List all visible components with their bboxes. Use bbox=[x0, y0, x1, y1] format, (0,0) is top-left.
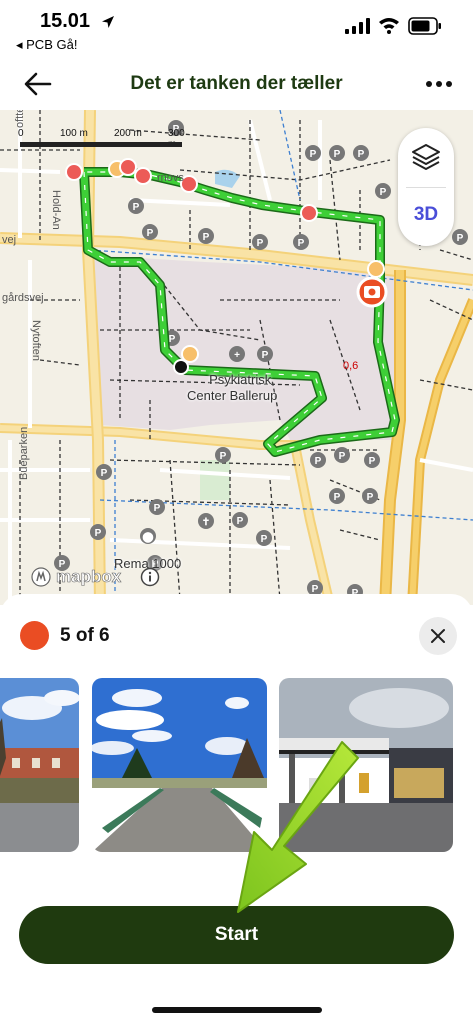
svg-text:✝: ✝ bbox=[202, 517, 210, 528]
svg-text:P: P bbox=[339, 451, 346, 462]
distance-label: 0,6 bbox=[343, 360, 359, 372]
street-label-bueparken: Bueparken bbox=[18, 426, 30, 480]
page-title: Det er tanken der tæller bbox=[130, 73, 343, 94]
svg-text:P: P bbox=[310, 149, 317, 160]
controls-divider bbox=[406, 187, 446, 188]
svg-text:P: P bbox=[169, 334, 176, 345]
photo-street-image bbox=[0, 678, 79, 852]
mapbox-logo: mapbox bbox=[30, 565, 121, 589]
svg-text:P: P bbox=[315, 456, 322, 467]
more-horizontal-icon[interactable] bbox=[423, 72, 455, 96]
scale-bar bbox=[20, 142, 182, 147]
checkpoint-dot-icon bbox=[20, 621, 49, 650]
svg-text:P: P bbox=[220, 451, 227, 462]
screen: 15.01 ◂ PCB Gå! Det er tanken der tæller bbox=[0, 0, 473, 1024]
3d-toggle-button[interactable]: 3D bbox=[398, 204, 454, 226]
svg-text:P: P bbox=[257, 238, 264, 249]
svg-text:P: P bbox=[334, 492, 341, 503]
svg-text:P: P bbox=[101, 468, 108, 479]
svg-text:P: P bbox=[369, 456, 376, 467]
poi-label: Psykiatrisk Center Ballerup bbox=[187, 372, 277, 404]
svg-text:P: P bbox=[367, 492, 374, 503]
mapbox-icon bbox=[31, 567, 51, 587]
info-icon[interactable] bbox=[140, 567, 160, 587]
map-scale: 0 100 m 200 m 300 m bbox=[18, 128, 188, 152]
wifi-icon bbox=[379, 18, 399, 34]
svg-text:P: P bbox=[147, 228, 154, 239]
status-time: 15.01 bbox=[40, 10, 91, 32]
street-label-vej: vej bbox=[2, 234, 17, 246]
svg-text:P: P bbox=[262, 350, 269, 361]
svg-text:P: P bbox=[358, 149, 365, 160]
svg-text:P: P bbox=[237, 516, 244, 527]
svg-text:P: P bbox=[380, 187, 387, 198]
cellular-signal-icon bbox=[345, 18, 370, 34]
scale-label-200: 200 m bbox=[114, 128, 142, 139]
photo-thumbnail-1[interactable] bbox=[0, 678, 79, 852]
svg-text:P: P bbox=[133, 202, 140, 213]
arrow-left-icon[interactable] bbox=[22, 70, 54, 98]
battery-icon bbox=[408, 17, 441, 35]
back-to-app-link[interactable]: ◂ PCB Gå! bbox=[16, 37, 77, 53]
status-bar: 15.01 ◂ PCB Gå! bbox=[0, 0, 473, 58]
street-label-rnovs: rnovs bbox=[157, 172, 184, 184]
svg-text:P: P bbox=[298, 238, 305, 249]
checkpoint-counter: 5 of 6 bbox=[60, 625, 110, 646]
scale-label-0: 0 bbox=[18, 128, 24, 139]
poi-label-line1: Psykiatrisk bbox=[209, 372, 272, 387]
location-arrow-icon bbox=[102, 16, 114, 28]
svg-text:⬤: ⬤ bbox=[142, 532, 153, 543]
svg-text:P: P bbox=[334, 149, 341, 160]
street-label-gardsvej: gårdsvej bbox=[2, 292, 44, 304]
home-indicator bbox=[152, 1007, 322, 1013]
header: Det er tanken der tæller bbox=[0, 58, 473, 110]
arrow-annotation-icon bbox=[237, 741, 359, 913]
street-label-nytoften: Nytoften bbox=[30, 320, 42, 361]
svg-text:+: + bbox=[234, 350, 240, 361]
svg-text:P: P bbox=[154, 503, 161, 514]
scale-label-100: 100 m bbox=[60, 128, 88, 139]
close-icon bbox=[431, 629, 445, 643]
mapbox-attribution: mapbox bbox=[56, 567, 122, 587]
map-controls: 3D bbox=[398, 128, 454, 246]
poi-label-line2: Center Ballerup bbox=[187, 388, 278, 403]
map-view[interactable]: PPP PPP PPP PPP PPP PPP PPP PPP PPP P+⬤ … bbox=[0, 110, 473, 605]
svg-text:P: P bbox=[95, 528, 102, 539]
svg-text:P: P bbox=[457, 233, 464, 244]
close-button[interactable] bbox=[419, 617, 457, 655]
svg-text:P: P bbox=[261, 534, 268, 545]
street-label-oftten: oftten bbox=[14, 110, 26, 128]
layers-icon[interactable] bbox=[410, 142, 442, 172]
svg-text:P: P bbox=[203, 232, 210, 243]
street-label-hold-an: Hold-An bbox=[50, 190, 62, 230]
